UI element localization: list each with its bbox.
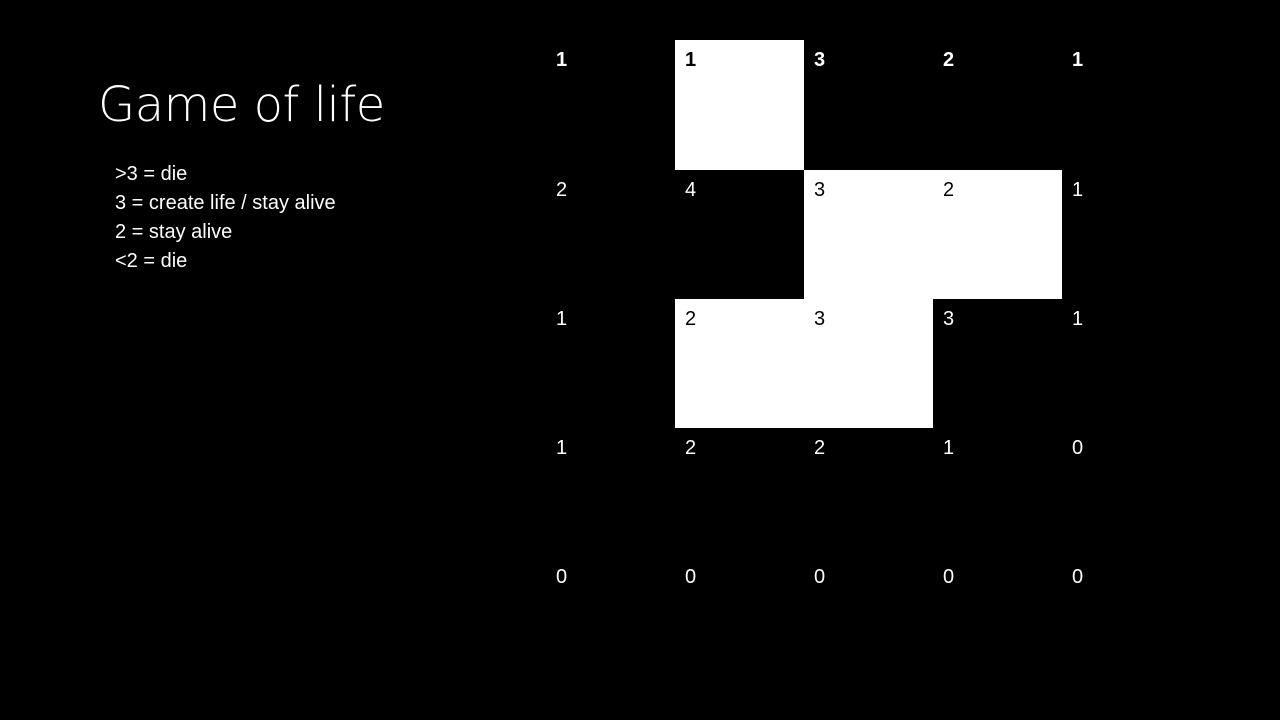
neighbor-count: 1 bbox=[1072, 49, 1084, 71]
neighbor-count: 0 bbox=[943, 566, 955, 588]
neighbor-count: 3 bbox=[814, 308, 826, 330]
neighbor-count: 1 bbox=[556, 49, 568, 71]
grid-cell: 1 bbox=[933, 428, 1062, 557]
neighbor-count: 1 bbox=[556, 437, 568, 459]
grid-cell-alive: 3 bbox=[804, 299, 933, 428]
neighbor-count: 3 bbox=[814, 179, 826, 201]
grid-cell-alive: 3 bbox=[804, 170, 933, 299]
neighbor-count: 3 bbox=[943, 308, 955, 330]
neighbor-count: 1 bbox=[943, 437, 955, 459]
grid-cell: 0 bbox=[675, 557, 804, 685]
grid-cell: 2 bbox=[546, 170, 675, 299]
neighbor-count: 2 bbox=[685, 437, 697, 459]
neighbor-count: 0 bbox=[814, 566, 826, 588]
neighbor-count: 2 bbox=[556, 179, 568, 201]
grid-cell: 3 bbox=[804, 40, 933, 170]
grid-cell: 0 bbox=[546, 557, 675, 685]
neighbor-count: 2 bbox=[943, 179, 955, 201]
neighbor-count: 2 bbox=[685, 308, 697, 330]
rules-list: >3 = die 3 = create life / stay alive 2 … bbox=[115, 160, 336, 276]
grid-cell: 1 bbox=[1062, 299, 1192, 428]
neighbor-count: 1 bbox=[1072, 308, 1084, 330]
grid-cell: 2 bbox=[675, 428, 804, 557]
grid-cell: 1 bbox=[1062, 40, 1192, 170]
neighbor-count: 2 bbox=[943, 49, 955, 71]
neighbor-count: 0 bbox=[1072, 437, 1084, 459]
grid-cell: 2 bbox=[933, 40, 1062, 170]
grid-cell: 3 bbox=[933, 299, 1062, 428]
neighbor-count: 0 bbox=[1072, 566, 1084, 588]
neighbor-count: 1 bbox=[1072, 179, 1084, 201]
neighbor-count: 1 bbox=[556, 308, 568, 330]
grid-cell: 1 bbox=[1062, 170, 1192, 299]
neighbor-count: 1 bbox=[685, 49, 697, 71]
neighbor-count: 0 bbox=[556, 566, 568, 588]
rule-item: >3 = die bbox=[115, 163, 188, 185]
grid-cell: 0 bbox=[804, 557, 933, 685]
life-grid: 1 1 3 2 1 2 4 3 2 1 1 2 3 3 1 1 2 2 1 0 … bbox=[546, 40, 1192, 685]
slide-title: Game of life bbox=[98, 77, 385, 133]
rule-item: <2 = die bbox=[115, 250, 188, 272]
grid-cell-alive: 2 bbox=[933, 170, 1062, 299]
grid-cell: 2 bbox=[804, 428, 933, 557]
grid-cell: 1 bbox=[546, 40, 675, 170]
grid-cell: 0 bbox=[1062, 428, 1192, 557]
grid-cell: 0 bbox=[933, 557, 1062, 685]
slide: Game of life >3 = die 3 = create life / … bbox=[0, 0, 1280, 720]
rule-item: 2 = stay alive bbox=[115, 221, 233, 243]
neighbor-count: 3 bbox=[814, 49, 826, 71]
neighbor-count: 0 bbox=[685, 566, 697, 588]
grid-cell: 4 bbox=[675, 170, 804, 299]
neighbor-count: 4 bbox=[685, 179, 697, 201]
grid-cell: 0 bbox=[1062, 557, 1192, 685]
neighbor-count: 2 bbox=[814, 437, 826, 459]
grid-cell-alive: 1 bbox=[675, 40, 804, 170]
grid-cell-alive: 2 bbox=[675, 299, 804, 428]
rule-item: 3 = create life / stay alive bbox=[115, 192, 336, 214]
grid-cell: 1 bbox=[546, 428, 675, 557]
grid-cell: 1 bbox=[546, 299, 675, 428]
